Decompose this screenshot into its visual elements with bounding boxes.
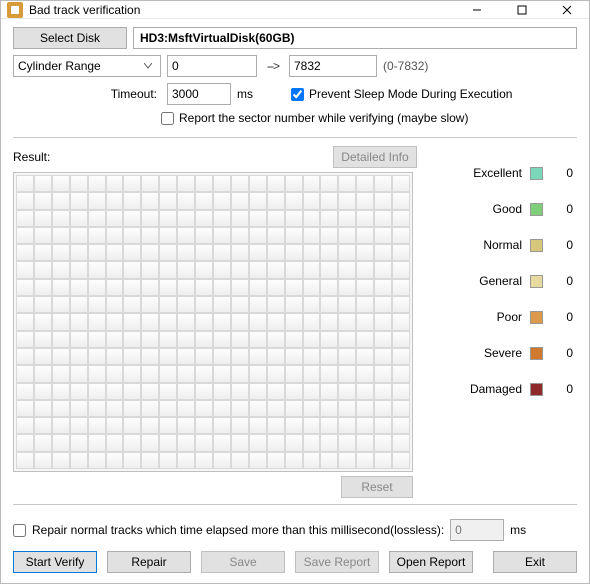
chevron-down-icon (140, 63, 156, 69)
legend-count: 0 (551, 310, 573, 324)
detailed-info-button[interactable]: Detailed Info (333, 146, 417, 168)
select-disk-button[interactable]: Select Disk (13, 27, 127, 49)
legend-swatch (530, 203, 543, 216)
legend-label: Good (431, 202, 522, 216)
legend-item: General 0 (431, 274, 573, 288)
legend-item: Poor 0 (431, 310, 573, 324)
legend-item: Normal 0 (431, 238, 573, 252)
result-label: Result: (13, 150, 333, 164)
timeout-unit: ms (237, 87, 253, 101)
range-arrow-icon: --> (267, 59, 279, 73)
legend-label: Damaged (431, 382, 522, 396)
sector-grid (13, 172, 413, 472)
report-sector-label: Report the sector number while verifying… (179, 111, 468, 125)
legend-swatch (530, 275, 543, 288)
selected-disk-display: HD3:MsftVirtualDisk(60GB) (133, 27, 577, 49)
legend-label: Poor (431, 310, 522, 324)
legend-label: Excellent (431, 166, 522, 180)
repair-button[interactable]: Repair (107, 551, 191, 573)
maximize-button[interactable] (499, 1, 544, 18)
legend-item: Damaged 0 (431, 382, 573, 396)
legend-swatch (530, 383, 543, 396)
timeout-label: Timeout: (13, 87, 161, 101)
timeout-input[interactable] (167, 83, 231, 105)
reset-button[interactable]: Reset (341, 476, 413, 498)
open-report-button[interactable]: Open Report (389, 551, 473, 573)
close-button[interactable] (544, 1, 589, 18)
app-icon (7, 2, 23, 18)
legend-count: 0 (551, 202, 573, 216)
minimize-button[interactable] (454, 1, 499, 18)
prevent-sleep-checkbox[interactable] (291, 88, 304, 101)
legend-item: Severe 0 (431, 346, 573, 360)
range-start-input[interactable] (167, 55, 257, 77)
repair-ms-input (450, 519, 504, 541)
legend-swatch (530, 347, 543, 360)
legend-count: 0 (551, 382, 573, 396)
window-title: Bad track verification (29, 3, 454, 17)
legend-count: 0 (551, 238, 573, 252)
legend-swatch (530, 239, 543, 252)
legend-count: 0 (551, 166, 573, 180)
legend-label: Normal (431, 238, 522, 252)
legend-item: Good 0 (431, 202, 573, 216)
legend-count: 0 (551, 346, 573, 360)
legend-count: 0 (551, 274, 573, 288)
repair-normal-checkbox[interactable] (13, 524, 26, 537)
repair-ms-unit: ms (510, 523, 526, 537)
report-sector-checkbox[interactable] (161, 112, 174, 125)
legend-label: Severe (431, 346, 522, 360)
range-hint: (0-7832) (383, 59, 428, 73)
exit-button[interactable]: Exit (493, 551, 577, 573)
range-end-input[interactable] (289, 55, 377, 77)
prevent-sleep-label: Prevent Sleep Mode During Execution (309, 87, 512, 101)
cylinder-range-dropdown[interactable]: Cylinder Range (13, 55, 161, 77)
legend-item: Excellent 0 (431, 166, 573, 180)
save-report-button[interactable]: Save Report (295, 551, 379, 573)
legend: Excellent0Good0Normal0General0Poor0Sever… (417, 146, 577, 498)
cylinder-range-label: Cylinder Range (18, 59, 140, 73)
save-button[interactable]: Save (201, 551, 285, 573)
repair-normal-label: Repair normal tracks which time elapsed … (32, 523, 444, 537)
start-verify-button[interactable]: Start Verify (13, 551, 97, 573)
legend-swatch (530, 167, 543, 180)
legend-label: General (431, 274, 522, 288)
legend-swatch (530, 311, 543, 324)
